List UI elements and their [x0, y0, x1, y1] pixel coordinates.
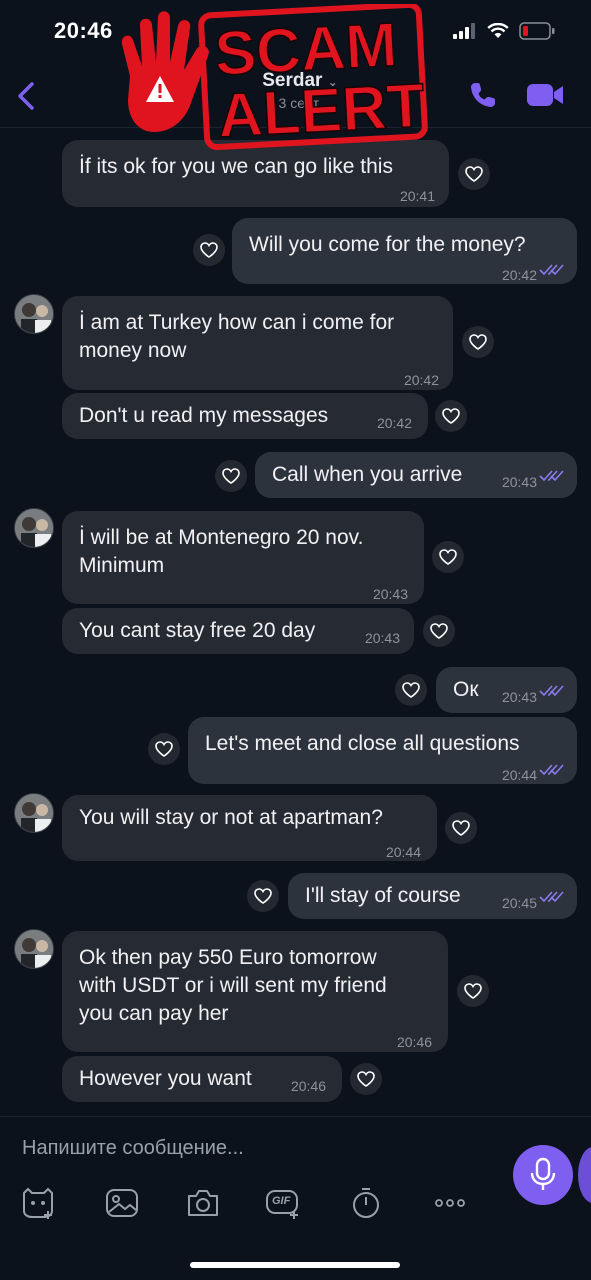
like-heart-icon[interactable] — [350, 1063, 382, 1095]
message-composer: GIF — [0, 1116, 591, 1280]
contact-avatar[interactable] — [14, 508, 54, 548]
outgoing-message[interactable]: Ок 20:43 — [436, 667, 577, 713]
message-text: Call when you arrive — [272, 463, 463, 486]
message-text: You cant stay free 20 day — [79, 619, 316, 642]
outgoing-message[interactable]: Will you come for the money? 20:42 — [232, 218, 577, 284]
contact-info[interactable]: Serdar ⌄ 3 сент. — [200, 70, 400, 111]
incoming-message[interactable]: İf its ok for you we can go like this 20… — [62, 140, 449, 207]
message-time: 20:44 — [385, 844, 421, 860]
more-options-icon[interactable] — [430, 1185, 470, 1221]
phone-call-icon[interactable] — [468, 80, 498, 110]
clock: 20:46 — [54, 18, 113, 43]
like-heart-icon[interactable] — [148, 733, 180, 765]
message-time: 20:45 — [501, 895, 537, 911]
incoming-message[interactable]: Don't u read my messages 20:42 — [62, 393, 428, 439]
read-checkmarks-icon — [539, 764, 564, 776]
wifi-icon — [487, 23, 509, 38]
system-icons — [453, 22, 555, 40]
message-text: You will stay or not at apartman? — [79, 806, 383, 829]
message-text: Ok then pay 550 Euro tomorrow with USDT … — [79, 946, 387, 1025]
outgoing-message[interactable]: Call when you arrive 20:43 — [255, 452, 577, 498]
like-heart-icon[interactable] — [435, 400, 467, 432]
message-text: I'll stay of course — [305, 884, 461, 907]
gif-button[interactable]: GIF — [264, 1185, 304, 1221]
message-time: 20:42 — [376, 415, 412, 431]
like-heart-icon[interactable] — [423, 615, 455, 647]
contact-name: Serdar — [262, 70, 323, 91]
like-heart-icon[interactable] — [462, 326, 494, 358]
message-text: İ am at Turkey how can i come for money … — [79, 311, 395, 362]
home-indicator[interactable] — [190, 1262, 400, 1268]
read-checkmarks-icon — [539, 470, 564, 482]
like-heart-icon[interactable] — [458, 158, 490, 190]
incoming-message[interactable]: You cant stay free 20 day 20:43 — [62, 608, 414, 654]
read-checkmarks-icon — [539, 891, 564, 903]
contact-avatar[interactable] — [14, 294, 54, 334]
message-time: 20:44 — [501, 767, 537, 783]
voice-message-button[interactable] — [513, 1145, 573, 1205]
message-text: Let's meet and close all questions — [205, 732, 520, 755]
incoming-message[interactable]: İ will be at Montenegro 20 nov. Minimum … — [62, 511, 424, 604]
camera-icon[interactable] — [183, 1185, 223, 1221]
contact-avatar[interactable] — [14, 793, 54, 833]
like-heart-icon[interactable] — [432, 541, 464, 573]
message-time: 20:41 — [399, 188, 435, 204]
read-checkmarks-icon — [539, 264, 564, 276]
status-bar: 20:46 — [0, 0, 591, 60]
like-heart-icon[interactable] — [457, 975, 489, 1007]
message-time: 20:46 — [396, 1034, 432, 1050]
incoming-message[interactable]: İ am at Turkey how can i come for money … — [62, 296, 453, 390]
like-heart-icon[interactable] — [193, 234, 225, 266]
message-text: İ will be at Montenegro 20 nov. Minimum — [79, 526, 364, 577]
video-call-icon[interactable] — [525, 80, 565, 110]
contact-avatar[interactable] — [14, 929, 54, 969]
chevron-down-icon: ⌄ — [327, 75, 338, 89]
message-text: İf its ok for you we can go like this — [79, 155, 393, 178]
message-list[interactable]: İf its ok for you we can go like this 20… — [0, 128, 591, 1116]
outgoing-message[interactable]: Let's meet and close all questions 20:44 — [188, 717, 577, 784]
incoming-message[interactable]: However you want 20:46 — [62, 1056, 342, 1102]
like-heart-icon[interactable] — [445, 812, 477, 844]
timer-icon[interactable] — [346, 1185, 386, 1221]
message-time: 20:43 — [364, 630, 400, 646]
like-heart-icon[interactable] — [395, 674, 427, 706]
gif-label: GIF — [272, 1195, 291, 1207]
incoming-message[interactable]: You will stay or not at apartman? 20:44 — [62, 795, 437, 861]
message-time: 20:42 — [403, 372, 439, 388]
back-arrow-icon[interactable] — [12, 78, 42, 114]
message-time: 20:42 — [501, 267, 537, 283]
like-heart-icon[interactable] — [247, 880, 279, 912]
message-text: Don't u read my messages — [79, 404, 329, 427]
microphone-icon — [530, 1157, 556, 1190]
chat-header: Serdar ⌄ 3 сент. — [0, 60, 591, 128]
message-time: 20:43 — [501, 474, 537, 490]
signal-icon — [453, 23, 475, 39]
message-time: 20:46 — [290, 1078, 326, 1094]
sticker-icon[interactable] — [18, 1185, 58, 1221]
battery-icon — [519, 22, 555, 40]
message-text: However you want — [79, 1067, 252, 1090]
gallery-icon[interactable] — [102, 1185, 142, 1221]
outgoing-message[interactable]: I'll stay of course 20:45 — [288, 873, 577, 919]
message-text: Will you come for the money? — [249, 233, 526, 256]
message-text: Ок — [453, 678, 479, 701]
message-time: 20:43 — [372, 586, 408, 602]
contact-last-seen: 3 сент. — [278, 95, 322, 111]
like-heart-icon[interactable] — [215, 460, 247, 492]
read-checkmarks-icon — [539, 685, 564, 697]
incoming-message[interactable]: Ok then pay 550 Euro tomorrow with USDT … — [62, 931, 448, 1052]
message-time: 20:43 — [501, 689, 537, 705]
extra-action-button[interactable] — [578, 1147, 591, 1203]
message-input[interactable] — [22, 1133, 492, 1163]
